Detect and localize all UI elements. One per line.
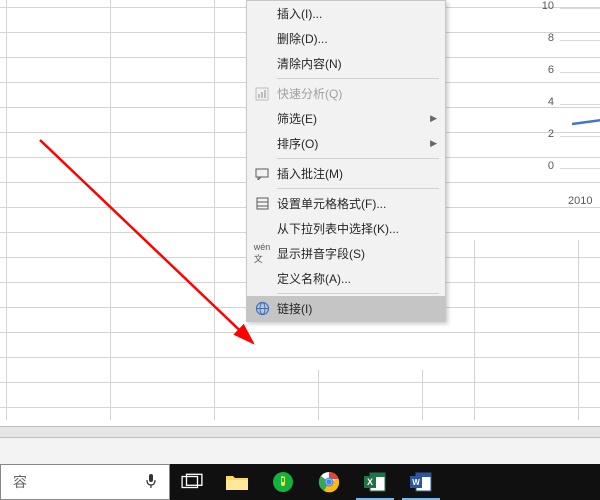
menu-separator <box>277 188 439 189</box>
taskbar-app-word[interactable]: W <box>398 464 444 500</box>
menu-item-filter[interactable]: 筛选(E) ▶ <box>247 106 445 131</box>
taskbar-app-music[interactable] <box>260 464 306 500</box>
search-text: 容 <box>13 472 27 492</box>
chevron-right-icon: ▶ <box>430 138 437 149</box>
menu-item-insert-comment[interactable]: 插入批注(M) <box>247 161 445 186</box>
chart-gridline <box>560 72 600 73</box>
chart-gridline <box>560 104 600 105</box>
format-cells-icon <box>251 197 273 210</box>
menu-item-sort[interactable]: 排序(O) ▶ <box>247 131 445 156</box>
menu-label: 插入(I)... <box>273 5 437 22</box>
taskbar-app-explorer[interactable] <box>214 464 260 500</box>
taskview-icon[interactable] <box>170 464 214 500</box>
menu-item-link[interactable]: 链接(I) <box>247 296 445 321</box>
menu-item-quick-analysis: 快速分析(Q) <box>247 81 445 106</box>
menu-label: 插入批注(M) <box>273 165 437 182</box>
link-icon <box>251 301 273 316</box>
menu-label: 链接(I) <box>273 300 437 317</box>
menu-separator <box>277 158 439 159</box>
menu-item-phonetic[interactable]: wén文 显示拼音字段(S) <box>247 241 445 266</box>
sheet-tab-strip[interactable] <box>0 426 600 438</box>
chart-gridline <box>560 136 600 137</box>
menu-item-insert[interactable]: 插入(I)... <box>247 1 445 26</box>
taskbar-search[interactable]: 容 <box>0 464 170 500</box>
taskbar-app-chrome[interactable] <box>306 464 352 500</box>
y-tick-label: 0 <box>534 160 554 172</box>
context-menu: 插入(I)... 删除(D)... 清除内容(N) 快速分析(Q) 筛选(E) … <box>246 0 446 322</box>
chevron-right-icon: ▶ <box>430 113 437 124</box>
y-tick-label: 4 <box>534 96 554 108</box>
menu-label: 清除内容(N) <box>273 55 437 72</box>
y-tick-label: 2 <box>534 128 554 140</box>
menu-label: 快速分析(Q) <box>273 85 437 102</box>
y-tick-label: 8 <box>534 32 554 44</box>
comment-icon <box>251 168 273 180</box>
menu-label: 筛选(E) <box>273 110 430 127</box>
taskbar: 容 X W <box>0 464 600 500</box>
menu-item-delete[interactable]: 删除(D)... <box>247 26 445 51</box>
microphone-icon[interactable] <box>145 473 157 492</box>
quick-analysis-icon <box>251 87 273 101</box>
y-tick-label: 6 <box>534 64 554 76</box>
y-tick-label: 10 <box>534 0 554 12</box>
menu-label: 排序(O) <box>273 135 430 152</box>
menu-item-clear[interactable]: 清除内容(N) <box>247 51 445 76</box>
menu-item-define-name[interactable]: 定义名称(A)... <box>247 266 445 291</box>
svg-text:W: W <box>412 478 420 487</box>
menu-label: 从下拉列表中选择(K)... <box>273 220 437 237</box>
phonetic-icon: wén文 <box>251 242 273 265</box>
taskbar-app-excel[interactable]: X <box>352 464 398 500</box>
menu-separator <box>277 78 439 79</box>
menu-separator <box>277 293 439 294</box>
menu-item-format-cells[interactable]: 设置单元格格式(F)... <box>247 191 445 216</box>
menu-label: 设置单元格格式(F)... <box>273 195 437 212</box>
chart-gridline <box>560 40 600 41</box>
status-bar <box>0 438 600 464</box>
chart-gridline <box>560 8 600 9</box>
menu-label: 显示拼音字段(S) <box>273 245 437 262</box>
svg-text:X: X <box>367 477 373 487</box>
chart-fragment: 10 8 6 4 2 0 2010 <box>510 0 600 220</box>
menu-label: 定义名称(A)... <box>273 270 437 287</box>
menu-item-pick-list[interactable]: 从下拉列表中选择(K)... <box>247 216 445 241</box>
chart-line-series <box>572 118 600 128</box>
x-tick-label: 2010 <box>568 195 592 207</box>
menu-label: 删除(D)... <box>273 30 437 47</box>
chart-gridline <box>560 168 600 169</box>
